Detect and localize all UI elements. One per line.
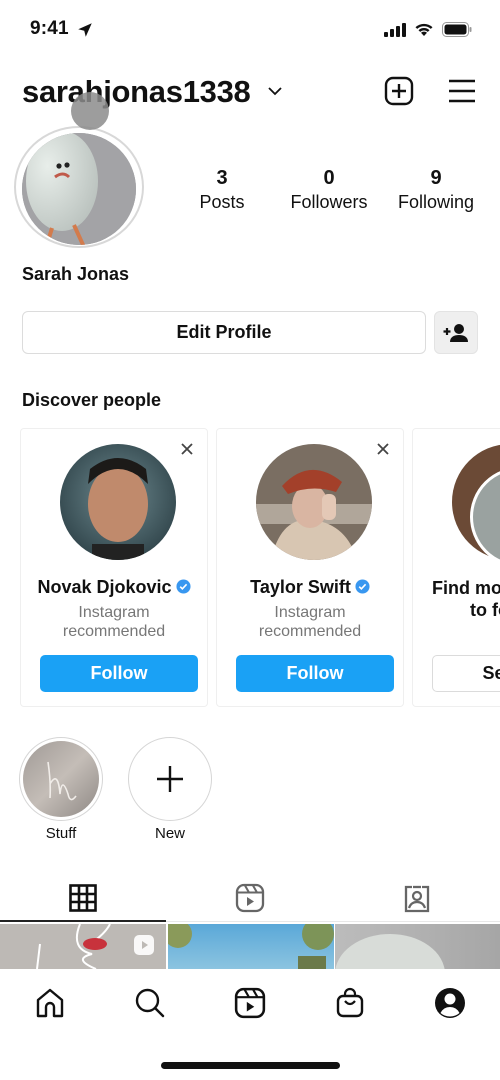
- close-icon[interactable]: [375, 441, 391, 457]
- post-image: [36, 924, 154, 969]
- profile-icon: [435, 988, 465, 1018]
- find-more-line1: Find more people: [431, 578, 500, 598]
- new-highlight-button[interactable]: [128, 737, 212, 821]
- tagged-icon: [404, 885, 430, 913]
- nav-profile[interactable]: [430, 983, 470, 1023]
- posts-count: 3: [216, 167, 228, 189]
- reels-icon: [235, 883, 265, 913]
- close-icon[interactable]: [179, 441, 195, 457]
- follow-button[interactable]: Follow: [40, 655, 198, 692]
- find-more-card: Find more peopleto follow See all: [412, 428, 500, 707]
- suggestion-card: Taylor Swift Instagram recommended Follow: [216, 428, 404, 707]
- nav-reels[interactable]: [230, 983, 270, 1023]
- suggestion-name[interactable]: Novak Djokovic: [21, 577, 207, 598]
- reels-icon: [234, 987, 266, 1019]
- highlight-stuff[interactable]: [19, 737, 103, 821]
- stat-posts[interactable]: 3 Posts: [172, 165, 272, 213]
- suggestion-card: Novak Djokovic Instagram recommended Foll…: [20, 428, 208, 707]
- following-label: Following: [397, 192, 475, 212]
- find-more-title: Find more peopleto follow: [413, 577, 500, 621]
- verified-badge-icon: [355, 579, 370, 594]
- avatar[interactable]: [22, 133, 136, 245]
- suggestion-avatar[interactable]: [60, 444, 176, 560]
- verified-badge-icon: [176, 579, 191, 594]
- suggestion-name-text: Novak Djokovic: [37, 577, 172, 597]
- status-icons: [384, 22, 472, 37]
- menu-button[interactable]: [445, 74, 479, 108]
- search-icon: [135, 988, 165, 1018]
- suggestion-name-text: Taylor Swift: [250, 577, 351, 597]
- nav-shop[interactable]: [330, 983, 370, 1023]
- grid-icon: [69, 884, 97, 912]
- followers-label: Followers: [290, 192, 368, 212]
- followers-count: 0: [323, 167, 335, 189]
- new-post-icon: [384, 76, 414, 106]
- post-thumbnail[interactable]: [335, 924, 500, 969]
- home-indicator[interactable]: [161, 1062, 340, 1069]
- highlight-label: New: [154, 825, 185, 842]
- discover-people-button[interactable]: [434, 311, 478, 354]
- wifi-icon: [415, 23, 433, 36]
- tab-tagged[interactable]: [334, 876, 500, 920]
- edit-profile-button[interactable]: Edit Profile: [22, 311, 426, 354]
- highlight-scribble: [47, 761, 77, 801]
- following-count: 9: [430, 167, 442, 189]
- see-all-button[interactable]: See all: [432, 655, 500, 692]
- home-icon: [36, 988, 64, 1018]
- menu-icon: [449, 79, 475, 103]
- stat-followers[interactable]: 0 Followers: [279, 165, 379, 213]
- post-thumbnail[interactable]: [168, 924, 334, 969]
- cellular-signal-icon: [384, 22, 406, 37]
- suggestion-name[interactable]: Taylor Swift: [217, 577, 403, 598]
- nav-search[interactable]: [130, 983, 170, 1023]
- find-more-line2: to follow: [470, 600, 500, 620]
- full-name: Sarah Jonas: [22, 264, 130, 284]
- status-time: 9:41: [30, 18, 69, 39]
- subtitle-line2: recommended: [258, 623, 362, 640]
- highlight-label: Stuff: [45, 825, 77, 842]
- highlight-cover: [23, 741, 99, 817]
- tab-posts-grid[interactable]: [0, 876, 166, 920]
- subtitle-line1: Instagram: [274, 604, 346, 621]
- username[interactable]: sarahjonas1338: [22, 74, 251, 110]
- follow-button[interactable]: Follow: [236, 655, 394, 692]
- shop-icon: [336, 987, 364, 1018]
- subtitle-line2: recommended: [62, 623, 166, 640]
- suggestion-subtitle: Instagram recommended: [21, 603, 207, 641]
- active-tab-indicator: [0, 920, 166, 922]
- new-post-button[interactable]: [382, 74, 416, 108]
- battery-icon: [442, 22, 472, 37]
- post-image: [335, 934, 445, 969]
- suggestion-avatar[interactable]: [256, 444, 372, 560]
- posts-label: Posts: [199, 192, 245, 212]
- discover-people-title: Discover people: [22, 390, 162, 410]
- location-arrow-icon: [78, 23, 92, 37]
- post-thumbnail[interactable]: [0, 924, 166, 969]
- subtitle-line1: Instagram: [78, 604, 150, 621]
- person-add-icon: [443, 323, 468, 342]
- stat-following[interactable]: 9 Following: [386, 165, 486, 213]
- avatar-image: [22, 133, 136, 245]
- chevron-down-icon[interactable]: [266, 85, 284, 97]
- nav-home[interactable]: [30, 983, 70, 1023]
- tab-reels[interactable]: [167, 876, 333, 920]
- touch-indicator: [71, 92, 109, 130]
- post-image: [168, 924, 334, 969]
- plus-icon: [157, 766, 183, 792]
- suggestion-subtitle: Instagram recommended: [217, 603, 403, 641]
